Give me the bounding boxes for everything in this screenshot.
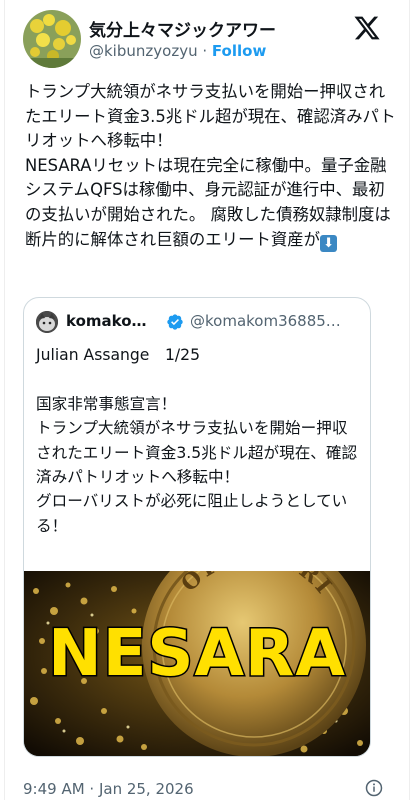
tweet-card: 気分上々マジックアワー @kibunzyozyu · Follow トランプ大統… bbox=[4, 0, 410, 800]
quoted-text: Julian Assange 1/25 国家非常事態宣言！ トランプ大統領がネサ… bbox=[36, 346, 358, 535]
info-icon[interactable] bbox=[365, 779, 383, 797]
author-handle-row: @kibunzyozyu · Follow bbox=[89, 42, 266, 60]
x-logo-icon[interactable] bbox=[353, 14, 381, 42]
quoted-display-name[interactable]: komako… bbox=[66, 312, 147, 330]
tweet-timestamp[interactable]: 9:49 AM · Jan 25, 2026 bbox=[23, 780, 194, 798]
follow-button[interactable]: Follow bbox=[212, 42, 266, 60]
author-display-name[interactable]: 気分上々マジックアワー bbox=[89, 16, 276, 41]
separator-dot: · bbox=[202, 42, 208, 60]
tweet-body: トランプ大統領がネサラ支払いを開始ー押収されたエリート資金3.5兆ドル超が現在、… bbox=[25, 82, 396, 249]
nesara-title: NESARA bbox=[47, 616, 347, 693]
author-handle[interactable]: @kibunzyozyu bbox=[89, 42, 198, 60]
quoted-tweet[interactable]: komako… @komakom36885… Julian Assange 1/… bbox=[23, 297, 371, 757]
quoted-media-image[interactable]: OF AMERI NESARA bbox=[24, 571, 370, 756]
quoted-handle[interactable]: @komakom36885… bbox=[190, 312, 341, 330]
down-arrow-icon: ⬇ bbox=[320, 234, 338, 252]
quoted-avatar bbox=[36, 311, 58, 333]
tweet-text: トランプ大統領がネサラ支払いを開始ー押収されたエリート資金3.5兆ドル超が現在、… bbox=[25, 80, 397, 252]
verified-badge-icon bbox=[167, 314, 183, 330]
author-avatar[interactable] bbox=[23, 10, 81, 68]
